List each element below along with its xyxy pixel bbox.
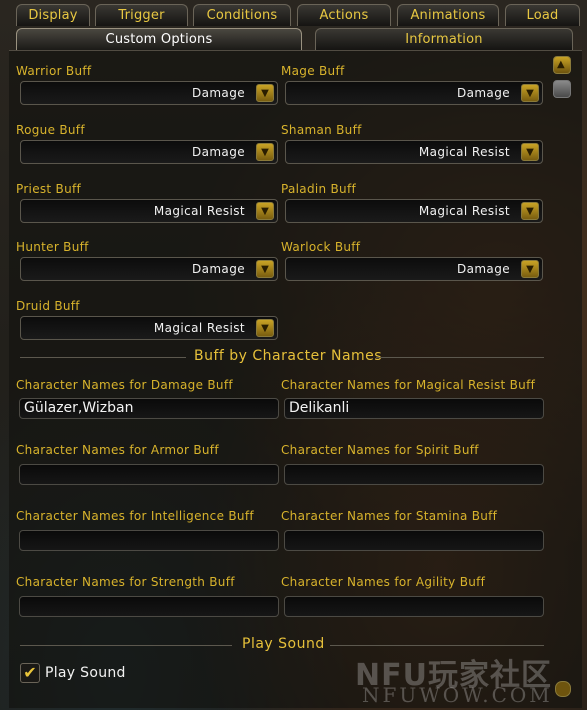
- warrior-buff-label: Warrior Buff: [16, 64, 92, 78]
- chevron-down-icon[interactable]: ▼: [521, 143, 539, 161]
- strength-names-input[interactable]: [19, 596, 279, 617]
- spirit-names-input[interactable]: [284, 464, 544, 485]
- tab-load[interactable]: Load: [505, 4, 580, 26]
- tab-custom-options[interactable]: Custom Options: [16, 28, 302, 50]
- stamina-names-label: Character Names for Stamina Buff: [281, 509, 498, 523]
- shaman-buff-label: Shaman Buff: [281, 123, 362, 137]
- warlock-buff-value: Damage: [456, 262, 510, 276]
- section-divider-left: [20, 357, 186, 358]
- shaman-buff-value: Magical Resist: [418, 145, 510, 159]
- paladin-buff-label: Paladin Buff: [281, 182, 356, 196]
- tab-conditions[interactable]: Conditions: [193, 4, 291, 26]
- sound-divider-right: [330, 645, 544, 646]
- strength-names-label: Character Names for Strength Buff: [16, 575, 235, 589]
- rogue-buff-value: Damage: [191, 145, 245, 159]
- damage-names-input[interactable]: Gülazer,Wizban: [19, 398, 279, 419]
- scroll-up-button[interactable]: ▲: [553, 56, 571, 74]
- paladin-buff-value: Magical Resist: [418, 204, 510, 218]
- watermark-site: NFUWOW.COM: [362, 683, 553, 707]
- priest-buff-dropdown[interactable]: Magical Resist ▼: [20, 199, 278, 223]
- mage-buff-label: Mage Buff: [281, 64, 345, 78]
- checkmark-icon: ✔: [23, 663, 37, 682]
- warlock-buff-label: Warlock Buff: [281, 240, 361, 254]
- scroll-up-icon: ▲: [557, 59, 565, 70]
- armor-names-input[interactable]: [19, 464, 279, 485]
- tab-actions[interactable]: Actions: [297, 4, 391, 26]
- tab-animations[interactable]: Animations: [397, 4, 499, 26]
- play-sound-checkbox[interactable]: ✔: [20, 663, 40, 683]
- chevron-down-icon[interactable]: ▼: [521, 260, 539, 278]
- agility-names-input[interactable]: [284, 596, 544, 617]
- sound-divider-left: [20, 645, 232, 646]
- chevron-down-icon[interactable]: ▼: [256, 84, 274, 102]
- tab-trigger[interactable]: Trigger: [95, 4, 188, 26]
- hunter-buff-dropdown[interactable]: Damage ▼: [20, 257, 278, 281]
- priest-buff-label: Priest Buff: [16, 182, 82, 196]
- character-names-heading: Buff by Character Names: [194, 348, 383, 364]
- section-divider-right: [376, 357, 544, 358]
- hunter-buff-label: Hunter Buff: [16, 240, 89, 254]
- hunter-buff-value: Damage: [191, 262, 245, 276]
- magical-resist-names-input[interactable]: Delikanli: [284, 398, 544, 419]
- intelligence-names-label: Character Names for Intelligence Buff: [16, 509, 254, 523]
- agility-names-label: Character Names for Agility Buff: [281, 575, 486, 589]
- warrior-buff-value: Damage: [191, 86, 245, 100]
- rogue-buff-label: Rogue Buff: [16, 123, 85, 137]
- resize-grip[interactable]: [555, 681, 571, 697]
- damage-names-label: Character Names for Damage Buff: [16, 378, 233, 392]
- priest-buff-value: Magical Resist: [153, 204, 245, 218]
- play-sound-label: Play Sound: [45, 665, 126, 681]
- shaman-buff-dropdown[interactable]: Magical Resist ▼: [285, 140, 543, 164]
- chevron-down-icon[interactable]: ▼: [256, 202, 274, 220]
- druid-buff-label: Druid Buff: [16, 299, 80, 313]
- warrior-buff-dropdown[interactable]: Damage ▼: [20, 81, 278, 105]
- chevron-down-icon[interactable]: ▼: [521, 202, 539, 220]
- chevron-down-icon[interactable]: ▼: [256, 319, 274, 337]
- chevron-down-icon[interactable]: ▼: [256, 260, 274, 278]
- warlock-buff-dropdown[interactable]: Damage ▼: [285, 257, 543, 281]
- paladin-buff-dropdown[interactable]: Magical Resist ▼: [285, 199, 543, 223]
- mage-buff-dropdown[interactable]: Damage ▼: [285, 81, 543, 105]
- intelligence-names-input[interactable]: [19, 530, 279, 551]
- stamina-names-input[interactable]: [284, 530, 544, 551]
- rogue-buff-dropdown[interactable]: Damage ▼: [20, 140, 278, 164]
- mage-buff-value: Damage: [456, 86, 510, 100]
- tab-display[interactable]: Display: [16, 4, 90, 26]
- tab-information[interactable]: Information: [315, 28, 573, 50]
- spirit-names-label: Character Names for Spirit Buff: [281, 443, 479, 457]
- armor-names-label: Character Names for Armor Buff: [16, 443, 219, 457]
- play-sound-heading: Play Sound: [242, 636, 325, 652]
- chevron-down-icon[interactable]: ▼: [521, 84, 539, 102]
- chevron-down-icon[interactable]: ▼: [256, 143, 274, 161]
- scrollbar-thumb[interactable]: [553, 80, 571, 98]
- magical-resist-names-label: Character Names for Magical Resist Buff: [281, 378, 536, 392]
- druid-buff-value: Magical Resist: [153, 321, 245, 335]
- druid-buff-dropdown[interactable]: Magical Resist ▼: [20, 316, 278, 340]
